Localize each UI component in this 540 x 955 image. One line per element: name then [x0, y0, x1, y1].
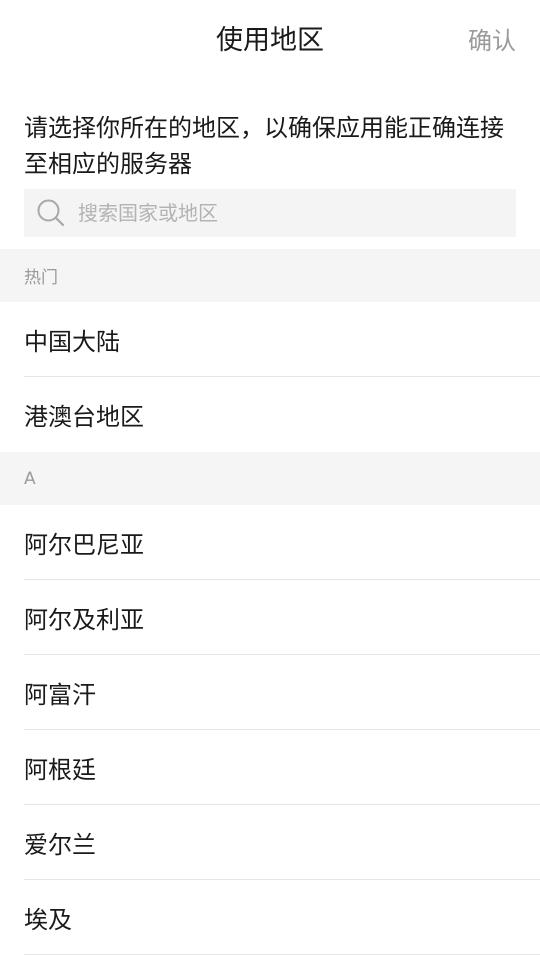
list-item[interactable]: 阿尔巴尼亚 [24, 505, 540, 580]
list-item[interactable]: 埃及 [24, 880, 540, 955]
list-item[interactable]: 阿富汗 [24, 655, 540, 730]
page-title: 使用地区 [216, 25, 324, 56]
section-header-popular: 热门 [0, 249, 540, 302]
description-text: 请选择你所在的地区，以确保应用能正确连接至相应的服务器 [24, 114, 504, 178]
region-list: 热门 中国大陆 港澳台地区 A 阿尔巴尼亚 阿尔及利亚 阿富汗 阿根廷 爱尔兰 … [0, 249, 540, 955]
list-item[interactable]: 爱尔兰 [24, 805, 540, 880]
search-input[interactable] [78, 201, 516, 225]
section-header-a: A [0, 452, 540, 505]
header: 使用地区 确认 [0, 0, 540, 82]
list-item[interactable]: 阿尔及利亚 [24, 580, 540, 655]
list-item[interactable]: 港澳台地区 [24, 377, 540, 452]
list-item[interactable]: 阿根廷 [24, 730, 540, 805]
search-icon [36, 198, 66, 228]
confirm-button[interactable]: 确认 [468, 24, 516, 58]
list-item[interactable]: 中国大陆 [24, 302, 540, 377]
search-box[interactable] [24, 189, 516, 237]
